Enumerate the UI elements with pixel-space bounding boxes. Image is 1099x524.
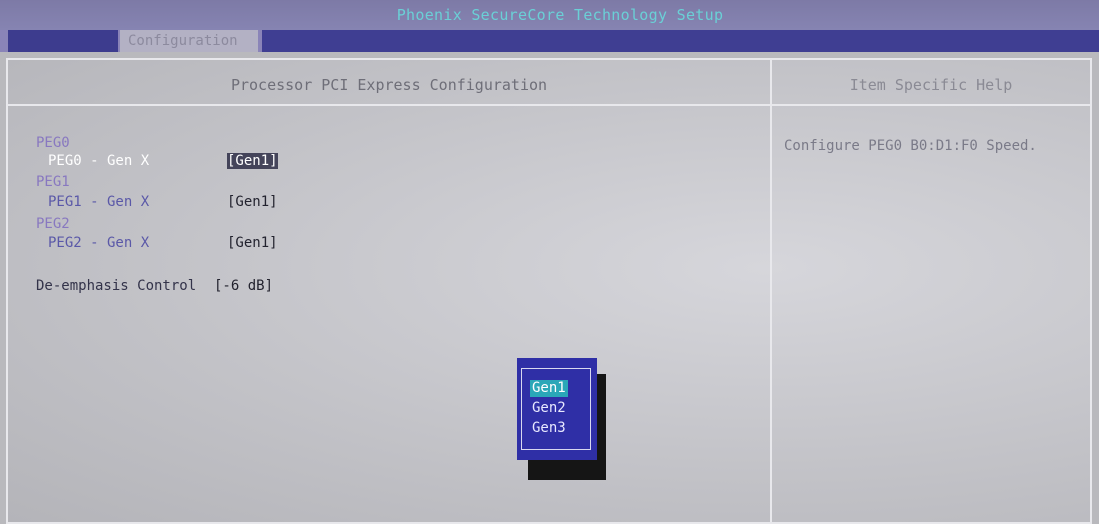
title-bar: Phoenix SecureCore Technology Setup	[0, 0, 1099, 30]
group-label-peg0: PEG0	[36, 135, 70, 151]
option-popup: Gen1 Gen2 Gen3	[517, 358, 597, 460]
tab-configuration[interactable]: Configuration	[120, 30, 258, 52]
menu-bar-strip-right	[262, 30, 1099, 52]
help-pane-title: Item Specific Help	[849, 76, 1013, 94]
setting-deemphasis-value[interactable]: [-6 dB]	[214, 277, 273, 295]
group-label-peg1: PEG1	[36, 174, 70, 190]
help-text: Configure PEG0 B0:D1:F0 Speed.	[784, 138, 1037, 154]
setting-peg1-gen-x[interactable]: PEG1 - Gen X	[36, 193, 149, 211]
popup-option-gen2[interactable]: Gen2	[530, 400, 568, 417]
setting-peg0-gen-x[interactable]: PEG0 - Gen X	[36, 152, 149, 170]
setting-peg0-value[interactable]: [Gen1]	[227, 152, 278, 170]
header-divider	[8, 104, 1090, 106]
menu-bar-strip-left	[8, 30, 118, 52]
pane-divider	[770, 60, 772, 522]
window-title: Phoenix SecureCore Technology Setup	[396, 6, 724, 24]
menu-bar: Configuration	[0, 30, 1099, 52]
popup-option-gen3[interactable]: Gen3	[530, 420, 568, 437]
setting-peg1-value[interactable]: [Gen1]	[227, 193, 278, 211]
popup-option-gen1[interactable]: Gen1	[530, 380, 568, 397]
setting-peg0-value-text[interactable]: [Gen1]	[227, 153, 278, 169]
setting-peg2-value[interactable]: [Gen1]	[227, 234, 278, 252]
setting-deemphasis-control[interactable]: De-emphasis Control	[36, 277, 196, 295]
setting-peg2-gen-x[interactable]: PEG2 - Gen X	[36, 234, 149, 252]
group-label-peg2: PEG2	[36, 216, 70, 232]
main-pane-title: Processor PCI Express Configuration	[230, 76, 548, 94]
